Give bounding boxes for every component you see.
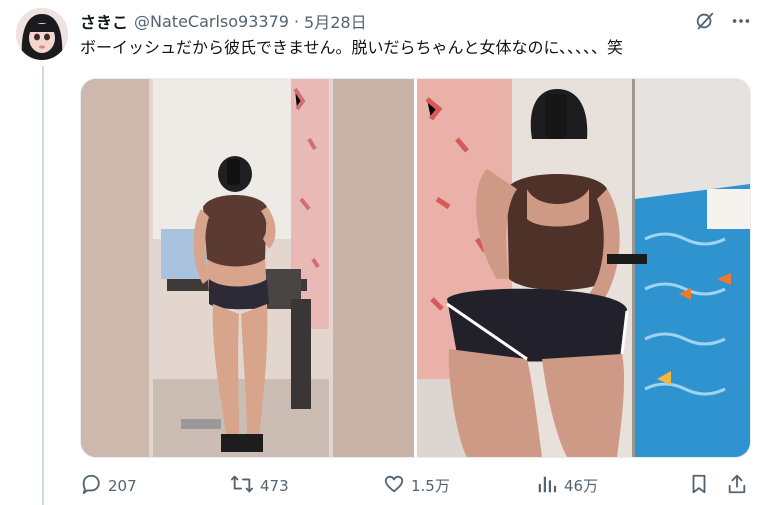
bookmark-button[interactable] xyxy=(688,473,710,500)
reply-button[interactable]: 207 xyxy=(80,473,137,500)
reply-icon xyxy=(80,473,102,500)
retweet-icon xyxy=(230,473,254,500)
views-icon xyxy=(536,473,558,500)
views-count: 46万 xyxy=(564,477,599,495)
share-button[interactable] xyxy=(726,473,748,500)
views-button[interactable]: 46万 xyxy=(536,473,598,500)
reply-count: 207 xyxy=(108,477,137,495)
tweet-media[interactable] xyxy=(80,78,751,458)
bookmark-icon xyxy=(688,473,710,500)
like-button[interactable]: 1.5万 xyxy=(383,473,450,500)
tweet-date[interactable]: 5月28日 xyxy=(304,9,367,33)
like-icon xyxy=(383,473,405,500)
tweet-header: さきこ @NateCarlso93379 · 5月28日 xyxy=(80,9,367,33)
display-name[interactable]: さきこ xyxy=(80,9,128,33)
user-handle[interactable]: @NateCarlso93379 xyxy=(134,12,289,31)
retweet-button[interactable]: 473 xyxy=(230,473,289,500)
photo-mirror-selfie-left[interactable] xyxy=(81,79,414,457)
grok-icon[interactable] xyxy=(694,10,716,36)
avatar[interactable] xyxy=(16,8,68,60)
retweet-count: 473 xyxy=(260,477,289,495)
photo-mirror-selfie-right[interactable] xyxy=(417,79,750,457)
tweet-text: ボーイッシュだから彼氏できません。脱いだらちゃんと女体なのに、、、、、笑 xyxy=(80,38,624,57)
share-icon xyxy=(726,473,748,500)
tweet-top-icons xyxy=(694,10,752,36)
tweet-actions: 207 473 1.5万 46万 xyxy=(80,472,750,500)
like-count: 1.5万 xyxy=(411,477,450,495)
more-icon[interactable] xyxy=(730,10,752,36)
thread-line xyxy=(42,66,44,505)
header-separator: · xyxy=(293,11,300,31)
